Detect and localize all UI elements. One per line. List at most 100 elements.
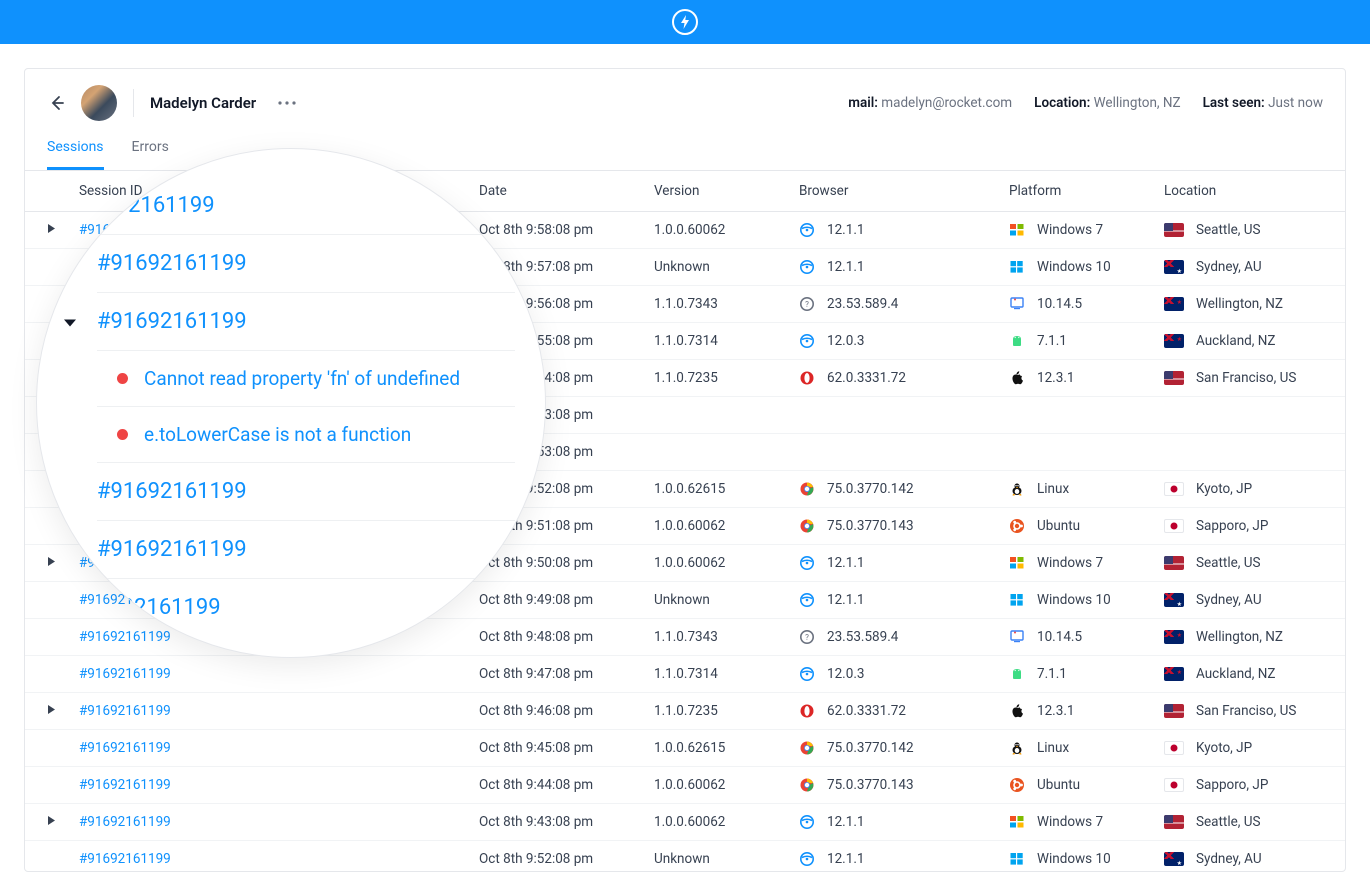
flag-au-icon [1164, 260, 1184, 274]
version-cell: 1.0.0.62615 [646, 471, 791, 508]
browser-cell: 62.0.3331.72 [827, 703, 906, 719]
flag-nz-icon [1164, 334, 1184, 348]
flag-nz-icon [1164, 667, 1184, 681]
android-icon [1009, 666, 1025, 682]
zoom-session-link[interactable]: #91692161199 [97, 521, 515, 579]
table-row: #91692161199 Oct 8th 9:46:08 pm 1.1.0.72… [25, 693, 1345, 730]
avatar [81, 85, 117, 121]
session-link[interactable]: #91692161199 [79, 629, 171, 645]
ie-icon [799, 851, 815, 867]
version-cell: 1.0.0.62615 [646, 730, 791, 767]
location-cell: San Franciso, US [1196, 703, 1296, 719]
apple-icon [1009, 370, 1025, 386]
win10-icon [1009, 592, 1025, 608]
win7-icon [1009, 814, 1025, 830]
version-cell: 1.1.0.7235 [646, 360, 791, 397]
more-button[interactable] [278, 101, 296, 105]
version-cell: 1.0.0.60062 [646, 212, 791, 249]
ie-icon [799, 259, 815, 275]
expand-toggle[interactable] [47, 704, 56, 715]
session-link[interactable]: #91692161199 [79, 851, 171, 867]
date-cell: Oct 8th 9:48:08 pm [471, 619, 646, 656]
mail-value: madelyn@rocket.com [881, 95, 1012, 111]
version-cell: 1.1.0.7343 [646, 286, 791, 323]
zoom-lens: 1692161199 #91692161199 #91692161199 Can… [36, 148, 546, 658]
lastseen-value: Just now [1268, 95, 1323, 111]
win7-icon [1009, 222, 1025, 238]
expand-toggle[interactable] [47, 556, 56, 567]
location-cell: Seattle, US [1196, 222, 1261, 238]
platform-cell: 12.3.1 [1037, 370, 1074, 386]
apple-icon [1009, 703, 1025, 719]
error-dot-icon [117, 429, 128, 440]
zoom-error-item[interactable]: Cannot read property 'fn' of undefined [97, 351, 515, 407]
session-link[interactable]: #91692161199 [79, 703, 171, 719]
ie-icon [799, 592, 815, 608]
version-cell: 1.0.0.60062 [646, 545, 791, 582]
zoom-error-item[interactable]: e.toLowerCase is not a function [97, 407, 515, 463]
tab-sessions[interactable]: Sessions [47, 139, 104, 170]
browser-cell: 12.1.1 [827, 592, 864, 608]
version-cell: 1.0.0.60062 [646, 508, 791, 545]
location-cell: San Franciso, US [1196, 370, 1296, 386]
browser-cell: 62.0.3331.72 [827, 370, 906, 386]
opera-icon [799, 370, 815, 386]
ie-icon [799, 666, 815, 682]
mail-label: mail: [848, 95, 878, 111]
flag-nz-icon [1164, 630, 1184, 644]
ie-icon [799, 222, 815, 238]
date-cell: Oct 8th 9:47:08 pm [471, 656, 646, 693]
zoom-session-link-expanded[interactable]: #91692161199 [97, 293, 515, 351]
flag-au-icon [1164, 593, 1184, 607]
col-version: Version [646, 171, 791, 212]
win7-icon [1009, 555, 1025, 571]
browser-cell: 12.1.1 [827, 814, 864, 830]
date-cell: Oct 8th 9:45:08 pm [471, 730, 646, 767]
date-cell: Oct 8th 9:58:08 pm [471, 212, 646, 249]
platform-cell: 10.14.5 [1037, 629, 1082, 645]
browser-cell: 23.53.589.4 [827, 629, 898, 645]
expand-toggle[interactable] [47, 815, 56, 826]
location-cell: Auckland, NZ [1196, 333, 1276, 349]
location-cell: Sapporo, JP [1196, 777, 1268, 793]
session-link[interactable]: #91692161199 [79, 777, 171, 793]
flag-jp-icon [1164, 741, 1184, 755]
browser-cell: 12.1.1 [827, 222, 864, 238]
version-cell [646, 434, 791, 471]
session-link[interactable]: #91692161199 [79, 666, 171, 682]
tab-errors[interactable]: Errors [132, 139, 169, 170]
flag-au-icon [1164, 852, 1184, 866]
session-link[interactable]: #91692161199 [79, 740, 171, 756]
user-meta: mail: madelyn@rocket.com Location: Welli… [848, 95, 1323, 111]
flag-us-icon [1164, 704, 1184, 718]
chevron-down-icon[interactable] [63, 309, 77, 334]
version-cell: 1.1.0.7314 [646, 656, 791, 693]
bolt-icon [672, 9, 698, 35]
browser-cell: 12.1.1 [827, 851, 864, 867]
ie-icon [799, 333, 815, 349]
zoom-session-link[interactable]: #91692161199 [97, 235, 515, 293]
browser-cell: 75.0.3770.143 [827, 518, 914, 534]
browser-cell: 75.0.3770.143 [827, 777, 914, 793]
session-link[interactable]: #91692161199 [79, 814, 171, 830]
date-cell: Oct 8th 9:52:08 pm [471, 841, 646, 872]
col-platform: Platform [1001, 171, 1156, 212]
platform-cell: Linux [1037, 481, 1069, 497]
location-cell: Sydney, AU [1196, 592, 1262, 608]
browser-cell: 23.53.589.4 [827, 296, 898, 312]
platform-cell: Ubuntu [1037, 777, 1080, 793]
platform-cell: Linux [1037, 740, 1069, 756]
platform-cell: Windows 10 [1037, 259, 1111, 275]
browser-cell: 12.0.3 [827, 666, 864, 682]
platform-cell: 7.1.1 [1037, 333, 1067, 349]
version-cell: Unknown [646, 841, 791, 872]
browser-cell: 75.0.3770.142 [827, 740, 914, 756]
flag-us-icon [1164, 815, 1184, 829]
back-button[interactable] [47, 93, 67, 113]
zoom-session-link[interactable]: #91692161199 [97, 463, 515, 521]
flag-jp-icon [1164, 519, 1184, 533]
lastseen-label: Last seen: [1203, 95, 1265, 111]
expand-toggle[interactable] [47, 223, 56, 234]
platform-cell: Ubuntu [1037, 518, 1080, 534]
linux-icon [1009, 740, 1025, 756]
